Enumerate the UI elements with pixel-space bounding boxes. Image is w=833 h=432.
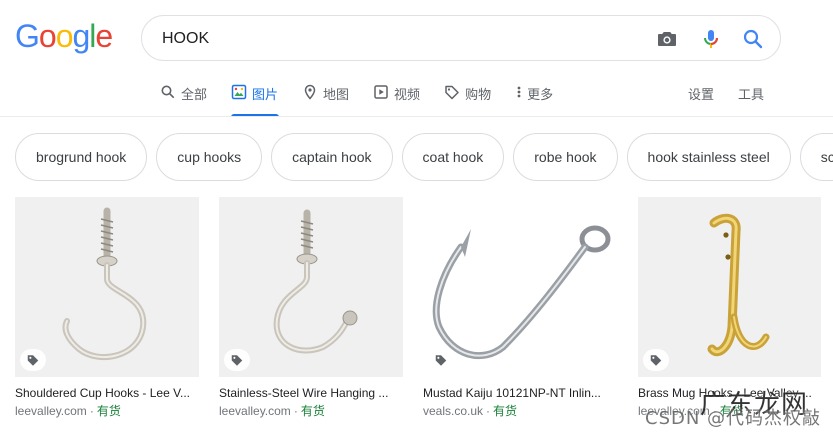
tab-label: 购物 [465,87,492,102]
in-stock-label: 有货 [493,404,518,418]
logo-letter: e [95,18,113,54]
play-icon [373,84,389,100]
tab-videos[interactable]: 视频 [373,78,420,116]
tab-label: 视频 [394,87,421,102]
source-domain: leevalley.com [15,404,87,418]
shopping-tag-icon [224,349,250,371]
separator: · [89,404,94,418]
result-title[interactable]: Stainless-Steel Wire Hanging ... [219,386,403,400]
tab-shopping[interactable]: 购物 [444,78,491,116]
logo-letter: g [72,18,90,54]
chip[interactable]: coat hook [401,133,505,181]
tab-label: 更多 [527,87,554,102]
result-thumbnail[interactable] [219,197,403,377]
in-stock-label: 有货 [96,404,121,418]
shopping-tag-icon [643,349,669,371]
source-domain: veals.co.uk [423,404,484,418]
logo-letter: G [15,18,40,54]
settings-link[interactable]: 设置 [688,84,714,103]
result-title[interactable]: Shouldered Cup Hooks - Lee V... [15,386,199,400]
image-result[interactable]: Mustad Kaiju 10121NP-NT Inlin... veals.c… [423,197,618,418]
tab-all[interactable]: 全部 [160,78,207,116]
tab-label: 全部 [181,87,208,102]
search-input[interactable] [162,27,612,51]
tag-icon [444,84,460,100]
result-thumbnail[interactable] [15,197,199,377]
in-stock-label: 有货 [300,404,325,418]
logo-letter: o [38,18,57,54]
result-thumbnail[interactable] [423,197,618,377]
map-pin-icon [302,84,318,100]
result-thumbnail[interactable] [638,197,821,377]
image-icon [231,84,247,100]
search-icon[interactable] [741,27,765,51]
tab-label: 地图 [323,87,350,102]
fishing-hook-image [423,197,618,377]
tab-images[interactable]: 图片 [231,78,280,117]
shopping-tag-icon [20,349,46,371]
header-divider [0,116,833,117]
chip[interactable]: sc [799,133,833,181]
related-searches-chips: brogrund hook cup hooks captain hook coa… [15,133,833,181]
chip[interactable]: hook stainless steel [626,133,791,181]
search-box [141,15,781,61]
separator: · [293,404,298,418]
wire-hook-image [219,197,403,377]
result-source: leevalley.com · 有货 [15,404,199,418]
chip[interactable]: robe hook [513,133,618,181]
search-tabs: 全部 图片 地图 视频 购物 更多 [160,78,577,117]
mic-icon[interactable] [699,27,723,51]
logo-letter: o [55,18,74,54]
image-result[interactable]: Stainless-Steel Wire Hanging ... leevall… [219,197,403,418]
chip[interactable]: captain hook [271,133,393,181]
chip[interactable]: cup hooks [156,133,263,181]
more-vert-icon [515,84,525,100]
result-source: veals.co.uk · 有货 [423,404,618,418]
brass-hook-image [638,197,821,377]
image-result[interactable]: Shouldered Cup Hooks - Lee V... leevalle… [15,197,199,418]
chip[interactable]: brogrund hook [15,133,148,181]
google-logo[interactable]: Google [15,18,113,55]
result-source: leevalley.com · 有货 [219,404,403,418]
cup-hook-image [15,197,199,377]
source-domain: leevalley.com [219,404,291,418]
result-title[interactable]: Mustad Kaiju 10121NP-NT Inlin... [423,386,618,400]
watermark: CSDN @代码杰权敲 [645,408,822,429]
separator: · [486,404,491,418]
camera-icon[interactable] [655,27,679,51]
tools-link[interactable]: 工具 [738,84,764,103]
tab-maps[interactable]: 地图 [302,78,349,116]
shopping-tag-icon [428,349,454,371]
search-icon [160,84,176,100]
tab-more[interactable]: 更多 [515,78,553,116]
tab-label: 图片 [252,87,279,102]
